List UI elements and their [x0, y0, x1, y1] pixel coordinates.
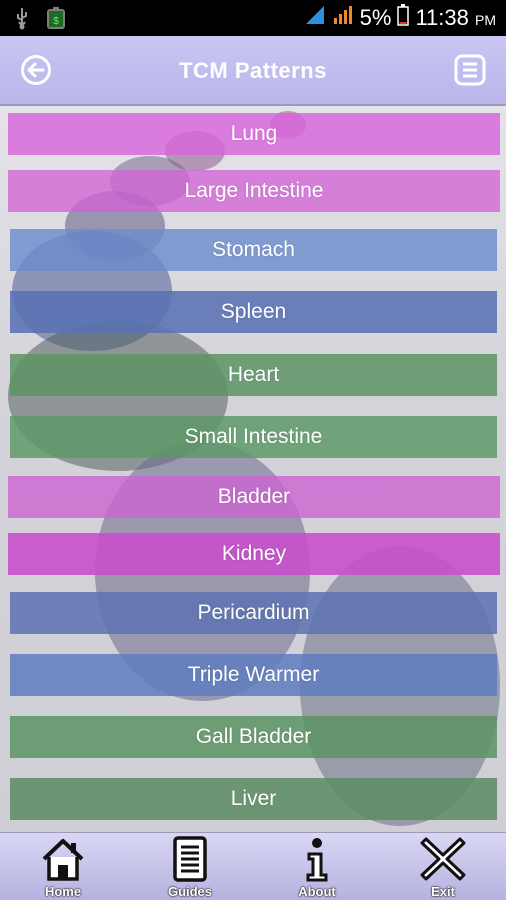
nav-about-button[interactable]: About	[277, 833, 357, 900]
pattern-label: Stomach	[212, 238, 295, 261]
bottom-nav: Home Guides About Exit	[0, 832, 506, 900]
pattern-label: Small Intestine	[184, 425, 323, 448]
about-icon	[306, 838, 328, 882]
pattern-item[interactable]: Large Intestine	[8, 170, 500, 212]
battery-saver-icon: $	[46, 6, 66, 35]
pattern-item[interactable]: Pericardium	[10, 592, 497, 634]
pattern-item[interactable]: Stomach	[10, 229, 497, 271]
pattern-label: Pericardium	[197, 601, 310, 624]
pattern-label: Kidney	[221, 542, 287, 565]
nav-home-button[interactable]: Home	[23, 833, 103, 900]
home-icon	[42, 839, 84, 881]
pattern-label: Lung	[230, 122, 278, 145]
pattern-label: Triple Warmer	[187, 663, 320, 686]
signal-icon	[332, 4, 354, 32]
pattern-label: Liver	[230, 787, 277, 810]
exit-icon	[420, 837, 466, 881]
status-bar: $ 5% 11:38 PM	[0, 0, 506, 36]
page-title: TCM Patterns	[179, 58, 327, 83]
menu-button[interactable]	[453, 53, 487, 87]
nav-home-label: Home	[44, 884, 82, 899]
pattern-item[interactable]: Spleen	[10, 291, 497, 333]
menu-list-icon	[454, 54, 486, 86]
pattern-item[interactable]: Kidney	[8, 533, 500, 575]
nav-exit-label: Exit	[431, 884, 455, 899]
pattern-label: Large Intestine	[184, 179, 324, 202]
pattern-label: Heart	[227, 363, 280, 386]
pattern-item[interactable]: Heart	[10, 354, 497, 396]
clock-ampm: PM	[475, 12, 496, 28]
pattern-label: Bladder	[217, 485, 291, 508]
nav-guides-button[interactable]: Guides	[150, 833, 230, 900]
usb-icon	[14, 6, 30, 35]
pattern-item[interactable]: Bladder	[8, 476, 500, 518]
pattern-item[interactable]: Small Intestine	[10, 416, 497, 458]
pattern-list-area[interactable]: Lung Large Intestine Stomach Spleen Hear…	[0, 106, 506, 832]
nav-guides-label: Guides	[167, 884, 213, 899]
app-header: TCM Patterns	[0, 36, 506, 106]
clock: 11:38 PM	[415, 5, 496, 31]
svg-text:$: $	[53, 16, 59, 27]
pattern-item[interactable]: Liver	[10, 778, 497, 820]
pattern-item[interactable]: Gall Bladder	[10, 716, 497, 758]
nav-exit-button[interactable]: Exit	[403, 833, 483, 900]
pattern-label: Gall Bladder	[195, 725, 312, 748]
battery-percent: 5%	[359, 5, 392, 30]
clock-time: 11:38	[415, 5, 469, 30]
pattern-item[interactable]: Lung	[8, 113, 500, 155]
signal-icon	[304, 4, 326, 32]
pattern-item[interactable]: Triple Warmer	[10, 654, 497, 696]
nav-about-label: About	[298, 884, 336, 899]
guides-icon	[173, 836, 207, 882]
battery-icon	[397, 4, 410, 32]
pattern-label: Spleen	[220, 300, 287, 323]
